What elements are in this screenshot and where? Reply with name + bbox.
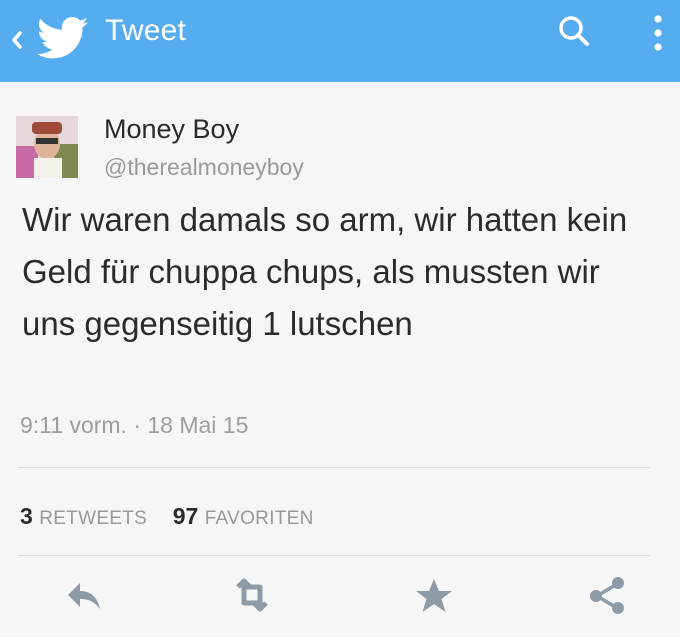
tweet-stats: 3 RETWEETS 97 FAVORITEN <box>20 503 314 530</box>
page-title: Tweet <box>105 14 187 47</box>
favorite-star-icon[interactable] <box>410 575 458 615</box>
twitter-bird-icon <box>36 16 89 59</box>
back-chevron-icon[interactable] <box>8 20 26 60</box>
reply-icon[interactable] <box>60 575 108 615</box>
tweet-timestamp: 9:11 vorm. · 18 Mai 15 <box>20 412 249 438</box>
search-icon[interactable] <box>552 10 598 56</box>
tweet-card: Money Boy @therealmoneyboy Wir waren dam… <box>0 82 680 637</box>
divider <box>18 467 650 468</box>
tweet-text: Wir waren damals so arm, wir hatten kein… <box>22 201 628 342</box>
author-name[interactable]: Money Boy <box>104 114 239 145</box>
more-vertical-icon[interactable] <box>645 6 671 60</box>
retweet-icon[interactable] <box>228 575 276 615</box>
favorites-count[interactable]: 97 <box>173 503 199 529</box>
retweets-label[interactable]: RETWEETS <box>39 508 147 529</box>
avatar[interactable] <box>16 116 78 178</box>
share-icon[interactable] <box>583 575 631 615</box>
author-handle[interactable]: @therealmoneyboy <box>104 154 304 181</box>
favorites-label[interactable]: FAVORITEN <box>205 508 314 529</box>
retweets-count[interactable]: 3 <box>20 503 33 529</box>
top-app-bar: Tweet <box>0 0 680 82</box>
divider <box>18 555 650 556</box>
